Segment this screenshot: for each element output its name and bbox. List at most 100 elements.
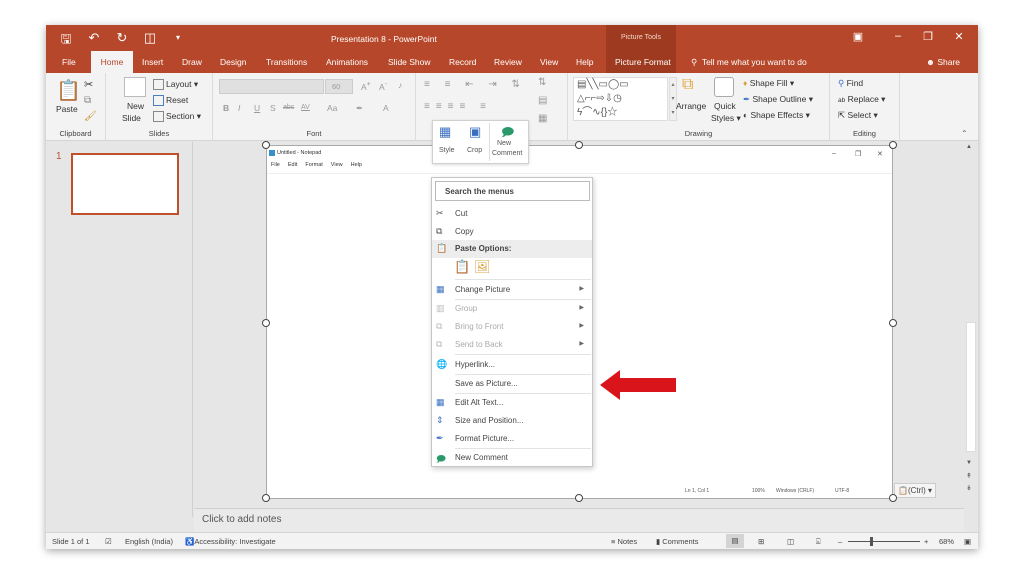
- save-icon[interactable]: 🖫: [58, 30, 74, 52]
- align-buttons[interactable]: ≡≡≡≡ ≡: [424, 101, 492, 112]
- font-name-combobox[interactable]: [219, 79, 324, 94]
- slide-thumbnail[interactable]: [71, 153, 179, 215]
- resize-handle-br[interactable]: [889, 494, 897, 502]
- tab-help[interactable]: Help: [570, 51, 599, 73]
- new-slide-button-2[interactable]: Slide: [122, 113, 141, 123]
- layout-button[interactable]: Layout ▾: [153, 79, 198, 91]
- change-case-button[interactable]: Aa: [327, 103, 337, 113]
- fit-to-window-icon[interactable]: ▣: [964, 537, 971, 546]
- underline-button[interactable]: U: [254, 103, 260, 113]
- quick-styles-button[interactable]: Quick: [714, 101, 736, 111]
- spellcheck-icon[interactable]: ☑: [105, 537, 112, 546]
- menu-item-copy[interactable]: ⧉ Copy: [432, 223, 592, 241]
- slideshow-view-icon[interactable]: ⌻: [816, 537, 821, 547]
- resize-handle-tr[interactable]: [889, 141, 897, 149]
- replace-button[interactable]: ab Replace ▾: [838, 94, 885, 105]
- next-slide-icon[interactable]: ↡: [966, 484, 972, 492]
- quick-styles-button-2[interactable]: Styles ▾: [711, 113, 741, 124]
- normal-view-icon[interactable]: ▤: [726, 534, 744, 548]
- tab-design[interactable]: Design: [214, 51, 252, 73]
- tab-record[interactable]: Record: [443, 51, 482, 73]
- share-button[interactable]: ☻ Share: [926, 51, 960, 73]
- resize-handle-t[interactable]: [575, 141, 583, 149]
- tab-home[interactable]: Home: [91, 51, 133, 73]
- section-button[interactable]: Section ▾: [153, 111, 201, 123]
- text-direction-icon[interactable]: ⇅: [538, 77, 546, 88]
- tab-draw[interactable]: Draw: [176, 51, 208, 73]
- align-text-icon[interactable]: ▤: [538, 95, 547, 106]
- shapes-gallery-scroll[interactable]: ▴ ▾ ▾: [669, 77, 677, 121]
- scroll-up-icon[interactable]: ▲: [966, 144, 972, 150]
- paste-options-ctrl-button[interactable]: 📋(Ctrl) ▾: [894, 483, 936, 498]
- style-icon[interactable]: ▦: [439, 124, 451, 140]
- tab-view[interactable]: View: [534, 51, 564, 73]
- scroll-down-icon[interactable]: ▼: [966, 460, 972, 466]
- reading-view-icon[interactable]: ◫: [787, 537, 794, 546]
- zoom-slider-track[interactable]: [848, 541, 920, 542]
- shape-fill-button[interactable]: ♦ Shape Fill ▾: [743, 78, 794, 89]
- strikethrough-button[interactable]: abc: [283, 104, 294, 111]
- accessibility-button[interactable]: ♿Accessibility: Investigate: [185, 537, 276, 546]
- ribbon-display-icon[interactable]: ▣: [848, 30, 868, 43]
- resize-handle-tl[interactable]: [262, 141, 270, 149]
- new-slide-button[interactable]: New: [127, 101, 144, 111]
- char-spacing-button[interactable]: AV: [301, 104, 310, 111]
- search-menus-input[interactable]: Search the menus: [435, 181, 590, 201]
- reset-button[interactable]: Reset: [153, 95, 188, 107]
- redo-icon[interactable]: ↻: [114, 30, 130, 52]
- tab-animations[interactable]: Animations: [320, 51, 374, 73]
- crop-button[interactable]: Crop: [467, 147, 482, 154]
- vertical-scrollbar[interactable]: ▲ ▼ ↟ ↡: [964, 142, 978, 517]
- menu-item-save-as-picture[interactable]: Save as Picture...: [432, 375, 592, 393]
- quick-styles-icon[interactable]: [714, 77, 734, 97]
- menu-item-cut[interactable]: ✂ Cut: [432, 205, 592, 223]
- style-button[interactable]: Style: [439, 147, 455, 154]
- present-icon[interactable]: ◫: [142, 30, 158, 52]
- tab-picture-format[interactable]: Picture Format: [609, 51, 677, 73]
- shrink-font-icon[interactable]: A-: [379, 80, 387, 92]
- menu-item-send-to-back[interactable]: ⧉ Send to Back ▶: [432, 336, 592, 354]
- new-slide-icon[interactable]: [124, 77, 146, 97]
- arrange-icon[interactable]: ⧉: [682, 76, 693, 94]
- resize-handle-r[interactable]: [889, 319, 897, 327]
- shape-effects-button[interactable]: ◐ Shape Effects ▾: [743, 110, 810, 121]
- shapes-gallery[interactable]: ▤╲╲▭◯▭ △⌐⌐⇨⇩◷ ϟ⌒∿{}☆: [573, 77, 668, 121]
- tab-review[interactable]: Review: [488, 51, 528, 73]
- find-button[interactable]: ⚲ Find: [838, 78, 863, 89]
- font-color-button[interactable]: A: [383, 103, 389, 113]
- font-size-combobox[interactable]: 60: [325, 79, 353, 94]
- menu-item-edit-alt-text[interactable]: ▦ Edit Alt Text...: [432, 394, 592, 412]
- tab-slide-show[interactable]: Slide Show: [382, 51, 437, 73]
- resize-handle-b[interactable]: [575, 494, 583, 502]
- grow-font-icon[interactable]: A+: [361, 80, 371, 92]
- notes-pane[interactable]: Click to add notes: [194, 508, 964, 532]
- language-indicator[interactable]: English (India): [125, 537, 173, 546]
- zoom-in-icon[interactable]: +: [924, 537, 928, 546]
- format-painter-icon[interactable]: 🖌: [84, 111, 97, 122]
- shadow-button[interactable]: S: [270, 103, 276, 113]
- collapse-ribbon-icon[interactable]: ⌃: [961, 129, 968, 138]
- new-comment-button-2[interactable]: Comment: [492, 150, 522, 157]
- tab-transitions[interactable]: Transitions: [260, 51, 313, 73]
- tab-file[interactable]: File: [56, 51, 82, 73]
- copy-icon[interactable]: ⧉: [84, 95, 91, 106]
- arrange-button[interactable]: Arrange: [676, 101, 706, 111]
- italic-button[interactable]: I: [238, 103, 240, 113]
- zoom-slider-thumb[interactable]: [870, 537, 874, 546]
- scrollbar-thumb[interactable]: [966, 322, 976, 452]
- menu-item-size-position[interactable]: ⇕ Size and Position...: [432, 412, 592, 430]
- menu-item-change-picture[interactable]: ▦ Change Picture ▶: [432, 281, 592, 299]
- menu-item-format-picture[interactable]: ✒ Format Picture...: [432, 430, 592, 448]
- paste-icon[interactable]: 📋: [56, 78, 81, 103]
- menu-item-bring-to-front[interactable]: ⧉ Bring to Front ▶: [432, 318, 592, 336]
- resize-handle-l[interactable]: [262, 319, 270, 327]
- list-buttons[interactable]: ≡ ≡ ⇤ ⇥ ⇅: [424, 79, 526, 90]
- zoom-level[interactable]: 68%: [939, 537, 954, 546]
- smartart-icon[interactable]: ▦: [538, 113, 547, 124]
- menu-item-new-comment[interactable]: 🗩 New Comment: [432, 449, 592, 467]
- slide-sorter-icon[interactable]: ⊞: [758, 537, 764, 546]
- menu-item-hyperlink[interactable]: 🌐 Hyperlink...: [432, 356, 592, 374]
- paste-button[interactable]: Paste: [56, 104, 78, 114]
- clear-formatting-icon[interactable]: ♪: [398, 80, 402, 90]
- zoom-out-icon[interactable]: –: [838, 537, 842, 546]
